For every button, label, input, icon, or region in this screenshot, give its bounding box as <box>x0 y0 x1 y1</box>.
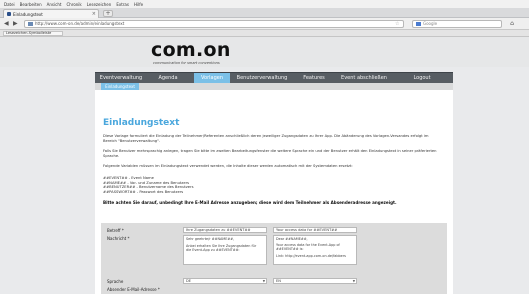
bookmark-item[interactable]: Lesezeichen-Symbolleiste <box>3 31 63 36</box>
msg-en-line: Link: http://event-app.com-on.de/fabbers <box>276 253 346 258</box>
site-logo[interactable]: com.on <box>151 40 231 60</box>
nav-event-abschliessen[interactable]: Event abschließen <box>335 73 393 83</box>
nav-logout[interactable]: Logout <box>405 73 439 83</box>
search-placeholder: Google <box>423 21 438 26</box>
site-header: com.on communication for smart conventio… <box>0 37 529 67</box>
nav-benutzerverwaltung[interactable]: Benutzerverwaltung <box>230 73 294 83</box>
sprache-de-select[interactable]: DE ▼ <box>183 278 267 284</box>
forward-icon[interactable]: ▶ <box>13 20 18 28</box>
variables-list: ##EVENT## - Event Name ##NAME## - Vor- u… <box>103 176 443 195</box>
sprache-de-value: DE <box>186 279 192 283</box>
site-identity-icon <box>28 22 33 26</box>
bookmarks-bar: Lesezeichen-Symbolleiste <box>0 30 529 37</box>
browser-tab[interactable]: Einladungstext × <box>3 9 99 18</box>
browser-navbar: ◀ ▶ http://www.com-on.de/admin/einladung… <box>0 18 529 30</box>
browser-menubar: Datei Bearbeiten Ansicht Chronik Lesezei… <box>0 0 529 8</box>
chevron-down-icon: ▼ <box>352 279 355 283</box>
url-text: http://www.com-on.de/admin/einladungstex… <box>35 21 125 26</box>
site-tagline: communication for smart conventions <box>153 61 220 65</box>
nachricht-label: Nachricht * <box>107 236 130 241</box>
template-form: Betreff * Ihre Zugangsdaten zu ##EVENT##… <box>95 223 453 294</box>
nav-features[interactable]: Features <box>297 73 331 83</box>
email-warning: Bitte achten Sie darauf, unbedingt Ihre … <box>103 200 397 205</box>
home-icon[interactable]: ⌂ <box>508 20 516 28</box>
main-navigation: Eventverwaltung Agenda Vorlagen Benutzer… <box>95 72 453 83</box>
sub-navigation: Einladungstext <box>95 83 453 90</box>
subnav-einladungstext[interactable]: Einladungstext <box>101 83 139 90</box>
back-icon[interactable]: ◀ <box>4 20 9 28</box>
msg-de-line: die Event-App zu ##EVENT##: <box>186 248 240 253</box>
page-title: Einladungstext <box>103 118 180 128</box>
intro-paragraph: Diese Vorlage formuliert die Einladung d… <box>103 134 429 143</box>
nav-eventverwaltung[interactable]: Eventverwaltung <box>95 73 147 83</box>
menu-hilfe[interactable]: Hilfe <box>134 2 143 7</box>
favicon-icon <box>7 12 11 16</box>
sprache-label: Sprache <box>107 279 124 284</box>
sprache-en-value: EN <box>276 279 281 283</box>
chevron-down-icon: ▼ <box>262 279 265 283</box>
url-bar[interactable]: http://www.com-on.de/admin/einladungstex… <box>24 20 404 28</box>
nav-vorlagen[interactable]: Vorlagen <box>194 73 230 83</box>
browser-tabbar: Einladungstext × + <box>0 8 529 18</box>
nachricht-de-textarea[interactable]: Sehr geehrte/r ##NAME##, Anbei erhalten … <box>183 235 267 265</box>
menu-datei[interactable]: Datei <box>4 2 15 7</box>
search-engine-icon <box>416 22 421 26</box>
menu-chronik[interactable]: Chronik <box>66 2 81 7</box>
language-paragraph: Falls Sie Benutzer mehrsprachig anlegen,… <box>103 149 437 158</box>
menu-lesezeichen[interactable]: Lesezeichen <box>87 2 112 7</box>
close-tab-icon[interactable]: × <box>92 11 96 17</box>
variables-paragraph: Folgende Variablen müssen im Einladungst… <box>103 164 353 168</box>
sprache-en-select[interactable]: EN ▼ <box>273 278 357 284</box>
absender-label: Absender E-Mail-Adresse * <box>107 287 160 292</box>
nav-agenda[interactable]: Agenda <box>151 73 185 83</box>
tab-title: Einladungstext <box>13 11 43 17</box>
menu-ansicht[interactable]: Ansicht <box>47 2 62 7</box>
search-bar[interactable]: Google <box>412 20 502 28</box>
new-tab-button[interactable]: + <box>103 10 113 17</box>
betreff-label: Betreff * <box>107 228 124 233</box>
betreff-en-input[interactable]: Your access data for ##EVENT## <box>273 227 357 233</box>
variable-passwort: ##PASSWORT## - Passwort des Benutzers <box>103 190 184 195</box>
nachricht-en-textarea[interactable]: Dear ##NAME##, Your access data for the … <box>273 235 357 265</box>
menu-extras[interactable]: Extras <box>116 2 129 7</box>
betreff-de-input[interactable]: Ihre Zugangsdaten zu ##EVENT## <box>183 227 267 233</box>
menu-bearbeiten[interactable]: Bearbeiten <box>20 2 42 7</box>
bookmark-star-icon[interactable]: ☆ <box>395 20 399 28</box>
